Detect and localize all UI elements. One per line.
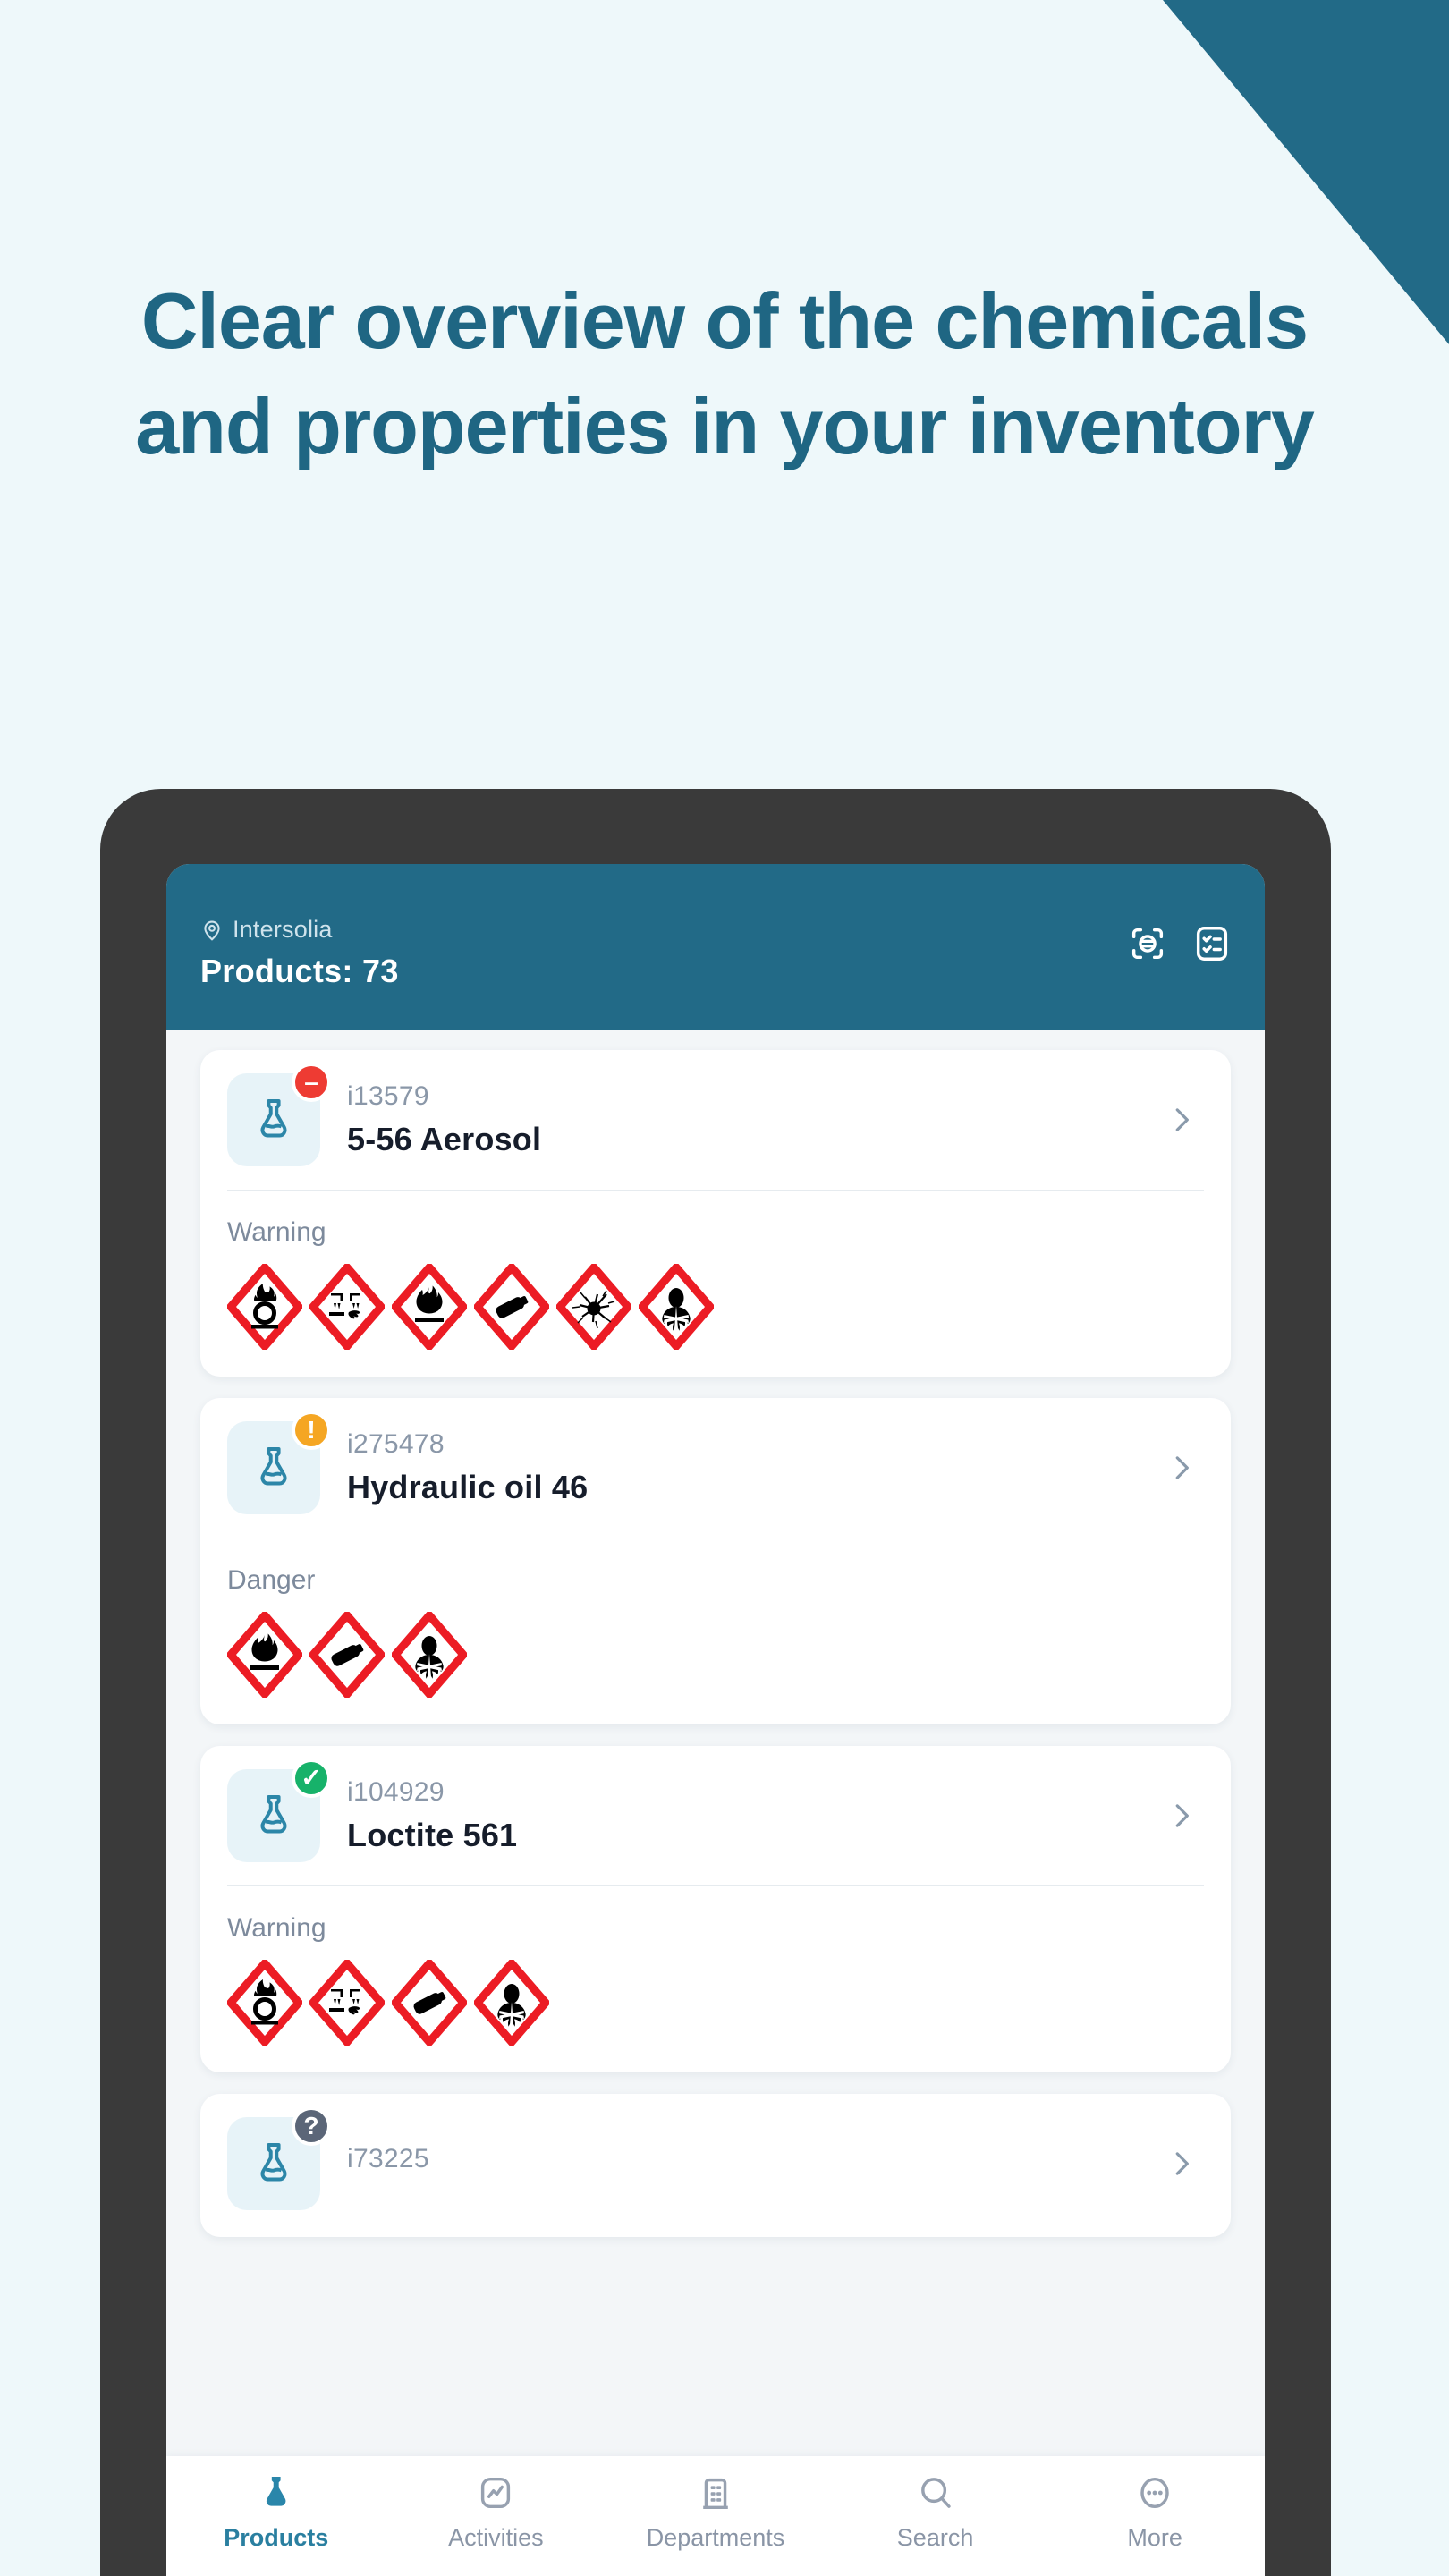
product-name: 5-56 Aerosol	[347, 1121, 542, 1157]
product-card[interactable]: ? i73225	[200, 2094, 1231, 2237]
product-card[interactable]: ✓ i104929 Loctite 561 Warning	[200, 1746, 1231, 2072]
location-name: Intersolia	[233, 916, 333, 943]
building-icon	[695, 2472, 736, 2513]
status-badge: !	[292, 1411, 331, 1450]
product-info: i104929 Loctite 561	[347, 1777, 1165, 1854]
ghs-flammable-pictogram	[227, 1612, 302, 1698]
pictogram-row	[227, 1612, 1204, 1698]
product-code: i13579	[347, 1081, 429, 1111]
status-badge: ?	[292, 2106, 331, 2146]
nav-item-products[interactable]: Products	[166, 2472, 386, 2552]
ghs-oxidizer-pictogram	[227, 1960, 302, 2046]
ghs-flammable-pictogram	[392, 1264, 467, 1350]
ghs-oxidizer-pictogram	[227, 1264, 302, 1350]
product-info: i275478 Hydraulic oil 46	[347, 1429, 1165, 1506]
product-info: i13579 5-56 Aerosol	[347, 1081, 1165, 1158]
product-list: – i13579 5-56 Aerosol Warning ! i275478 …	[166, 1030, 1265, 2576]
status-badge: –	[292, 1063, 331, 1102]
product-card[interactable]: – i13579 5-56 Aerosol Warning	[200, 1050, 1231, 1377]
product-card-header: ! i275478 Hydraulic oil 46	[227, 1411, 1204, 1514]
status-badge: ✓	[292, 1758, 331, 1798]
nav-item-activities[interactable]: Activities	[386, 2472, 606, 2552]
ghs-gas-cylinder-pictogram	[474, 1264, 549, 1350]
nav-label: Search	[896, 2524, 974, 2551]
ghs-health-hazard-pictogram	[639, 1264, 714, 1350]
product-thumbnail: ✓	[227, 1758, 331, 1862]
nav-label: Activities	[448, 2524, 544, 2551]
product-thumbnail: –	[227, 1063, 331, 1166]
header-actions	[1127, 923, 1233, 964]
chevron-right-icon[interactable]	[1165, 1451, 1204, 1485]
scan-icon[interactable]	[1127, 923, 1168, 964]
nav-item-more[interactable]: More	[1045, 2472, 1265, 2552]
ghs-corrosion-pictogram	[309, 1960, 385, 2046]
ghs-gas-cylinder-pictogram	[392, 1960, 467, 2046]
chevron-right-icon[interactable]	[1165, 1799, 1204, 1833]
product-card-header: ✓ i104929 Loctite 561	[227, 1758, 1204, 1862]
location-row: Intersolia	[200, 916, 1231, 944]
product-thumbnail: !	[227, 1411, 331, 1514]
product-code: i275478	[347, 1429, 445, 1459]
page-headline: Clear overview of the chemicals and prop…	[135, 276, 1315, 470]
more-dots-icon	[1134, 2472, 1175, 2513]
app-header: Intersolia Products: 73	[166, 864, 1265, 1030]
promo-screenshot: Clear overview of the chemicals and prop…	[0, 0, 1449, 2576]
hazard-label: Danger	[227, 1565, 316, 1595]
flask-icon	[256, 2472, 297, 2513]
ghs-health-hazard-pictogram	[474, 1960, 549, 2046]
card-divider	[227, 1190, 1204, 1191]
location-pin-icon	[200, 919, 224, 942]
ghs-health-hazard-pictogram	[392, 1612, 467, 1698]
product-code: i73225	[347, 2144, 429, 2174]
product-code: i104929	[347, 1777, 445, 1807]
phone-frame: Intersolia Products: 73 – i13579 5-56 Ae…	[100, 789, 1331, 2576]
nav-label: Departments	[646, 2524, 785, 2551]
nav-label: Products	[224, 2524, 329, 2551]
hazard-label: Warning	[227, 1913, 326, 1943]
nav-item-departments[interactable]: Departments	[606, 2472, 826, 2552]
product-card-header: ? i73225	[227, 2106, 1204, 2210]
activity-icon	[475, 2472, 516, 2513]
pictogram-row	[227, 1264, 1204, 1350]
hazard-label: Warning	[227, 1217, 326, 1247]
phone-screen: Intersolia Products: 73 – i13579 5-56 Ae…	[166, 864, 1265, 2576]
nav-label: More	[1127, 2524, 1182, 2551]
products-count-title: Products: 73	[200, 953, 399, 989]
ghs-explosive-pictogram	[556, 1264, 631, 1350]
product-thumbnail: ?	[227, 2106, 331, 2210]
ghs-gas-cylinder-pictogram	[309, 1612, 385, 1698]
nav-item-search[interactable]: Search	[826, 2472, 1046, 2552]
product-info: i73225	[347, 2144, 1165, 2183]
ghs-corrosion-pictogram	[309, 1264, 385, 1350]
product-name: Hydraulic oil 46	[347, 1469, 589, 1505]
product-name: Loctite 561	[347, 1817, 518, 1853]
chevron-right-icon[interactable]	[1165, 1103, 1204, 1137]
product-card-header: – i13579 5-56 Aerosol	[227, 1063, 1204, 1166]
card-divider	[227, 1885, 1204, 1886]
search-icon	[915, 2472, 956, 2513]
pictogram-row	[227, 1960, 1204, 2046]
checklist-icon[interactable]	[1191, 923, 1233, 964]
chevron-right-icon[interactable]	[1165, 2147, 1204, 2181]
bottom-navigation: Products Activities Departments Search M…	[166, 2456, 1265, 2576]
product-card[interactable]: ! i275478 Hydraulic oil 46 Danger	[200, 1398, 1231, 1724]
